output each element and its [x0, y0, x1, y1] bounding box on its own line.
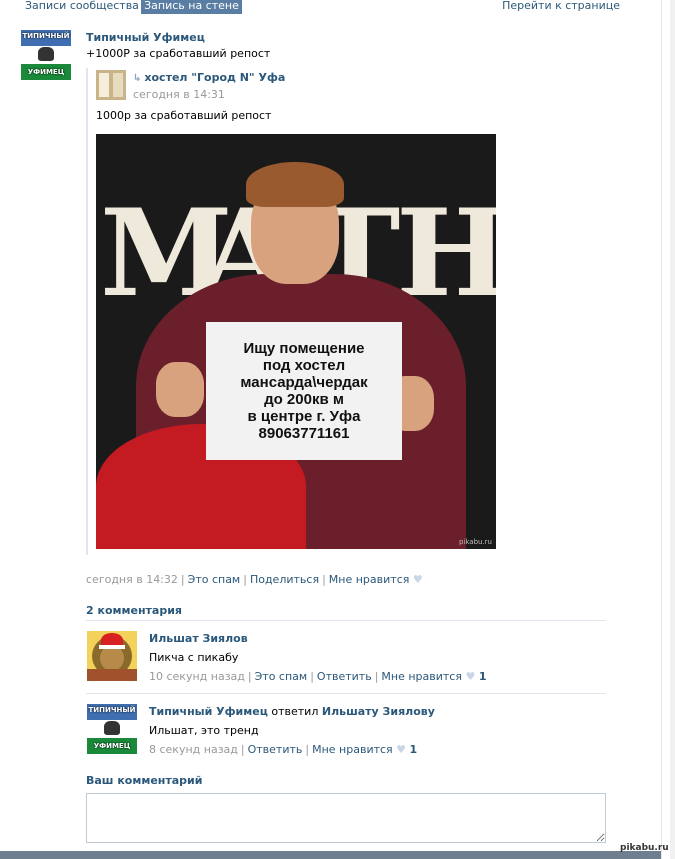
spam-link[interactable]: Это спам — [255, 670, 308, 683]
tab-wall-post[interactable]: Запись на стене — [141, 0, 242, 14]
divider — [86, 693, 606, 694]
sign-line: до 200кв м — [264, 391, 344, 408]
post-meta: сегодня в 14:32 | Это спам | Поделиться | Мне … — [86, 573, 423, 586]
repost-author-name[interactable]: ↳ хостел "Город N" Уфа — [133, 71, 285, 84]
post-date[interactable]: сегодня в 14:32 — [86, 573, 178, 586]
heart-icon[interactable]: ♥ — [396, 743, 406, 756]
reply-to-name[interactable]: Ильшату Зиялову — [322, 705, 435, 718]
wall-tabs: Записи сообщества Запись на стене Перейт… — [0, 0, 675, 14]
comment-time[interactable]: 8 секунд назад — [149, 743, 238, 756]
like-count: 1 — [409, 743, 418, 756]
scrollbar[interactable] — [661, 0, 675, 859]
like-link[interactable]: Мне нравится — [329, 573, 410, 586]
comment-input[interactable] — [86, 793, 606, 843]
photo-watermark: pikabu.ru — [458, 538, 492, 546]
post-text: +1000Р за сработавший репост — [86, 47, 271, 60]
post-author-avatar[interactable]: ТИПИЧНЫЙ УФИМЕЦ — [21, 30, 71, 80]
avatar-top-text: ТИПИЧНЫЙ — [88, 706, 136, 714]
your-comment-label: Ваш комментарий — [86, 774, 203, 787]
comment-meta: 8 секунд назад | Ответить | Мне нравится ♥ 1 — [149, 743, 418, 756]
left-hand — [156, 362, 204, 417]
reply-link[interactable]: Ответить — [317, 670, 372, 683]
avatar-bottom-text: УФИМЕЦ — [93, 742, 131, 750]
sign-paper: Ищу помещение под хостел мансарда\чердак… — [206, 322, 402, 460]
comment-time[interactable]: 10 секунд назад — [149, 670, 245, 683]
post-author-name[interactable]: Типичный Уфимец — [86, 31, 205, 44]
avatar-bottom-text: УФИМЕЦ — [27, 68, 65, 76]
comment-author[interactable]: Ильшат Зиялов — [149, 632, 248, 645]
repost-photo[interactable]: M A T H Ищу помещение под хостел мансард… — [96, 134, 496, 549]
taskbar — [0, 851, 661, 859]
heart-icon[interactable]: ♥ — [465, 670, 475, 683]
divider — [86, 620, 606, 621]
comments-header: 2 комментария — [86, 604, 182, 617]
like-link[interactable]: Мне нравится — [381, 670, 462, 683]
avatar-top-text: ТИПИЧНЫЙ — [22, 32, 70, 40]
repost-text: 1000р за сработавший репост — [96, 109, 272, 122]
replied-label: ответил — [271, 705, 319, 718]
commenter-avatar[interactable]: ТИПИЧНЫЙ УФИМЕЦ — [87, 704, 137, 754]
commenter-avatar[interactable] — [87, 631, 137, 681]
repost-author-avatar[interactable] — [96, 70, 126, 100]
repost-date[interactable]: сегодня в 14:31 — [133, 88, 225, 101]
sign-line: в центре г. Уфа — [247, 408, 361, 425]
heart-icon[interactable]: ♥ — [413, 573, 423, 586]
sign-line: под хостел — [262, 357, 346, 374]
bird-icon — [38, 47, 54, 61]
tab-community-posts[interactable]: Записи сообщества — [25, 0, 139, 14]
bird-icon — [104, 721, 120, 735]
repost-arrow-icon: ↳ — [133, 73, 142, 84]
spam-link[interactable]: Это спам — [188, 573, 241, 586]
comment-text: Ильшат, это тренд — [149, 724, 259, 737]
comment-author[interactable]: Типичный Уфимец — [149, 705, 268, 718]
repost-divider — [86, 68, 88, 555]
reply-link[interactable]: Ответить — [248, 743, 303, 756]
comment-text: Пикча с пикабу — [149, 651, 239, 664]
watermark: pikabu.ru — [620, 843, 669, 853]
go-to-page-link[interactable]: Перейти к странице — [502, 0, 620, 14]
sign-line: 89063771161 — [258, 425, 350, 442]
person-hair — [246, 162, 344, 207]
comment-meta: 10 секунд назад | Это спам | Ответить | Мне нр… — [149, 670, 487, 683]
repost-author-label: хостел "Город N" Уфа — [144, 71, 286, 84]
share-link[interactable]: Поделиться — [250, 573, 319, 586]
like-count: 1 — [478, 670, 487, 683]
like-link[interactable]: Мне нравится — [312, 743, 393, 756]
sign-line: Ищу помещение — [243, 340, 365, 357]
comment-header: Типичный Уфимец ответил Ильшату Зиялову — [149, 705, 435, 718]
sign-line: мансарда\чердак — [240, 374, 368, 391]
